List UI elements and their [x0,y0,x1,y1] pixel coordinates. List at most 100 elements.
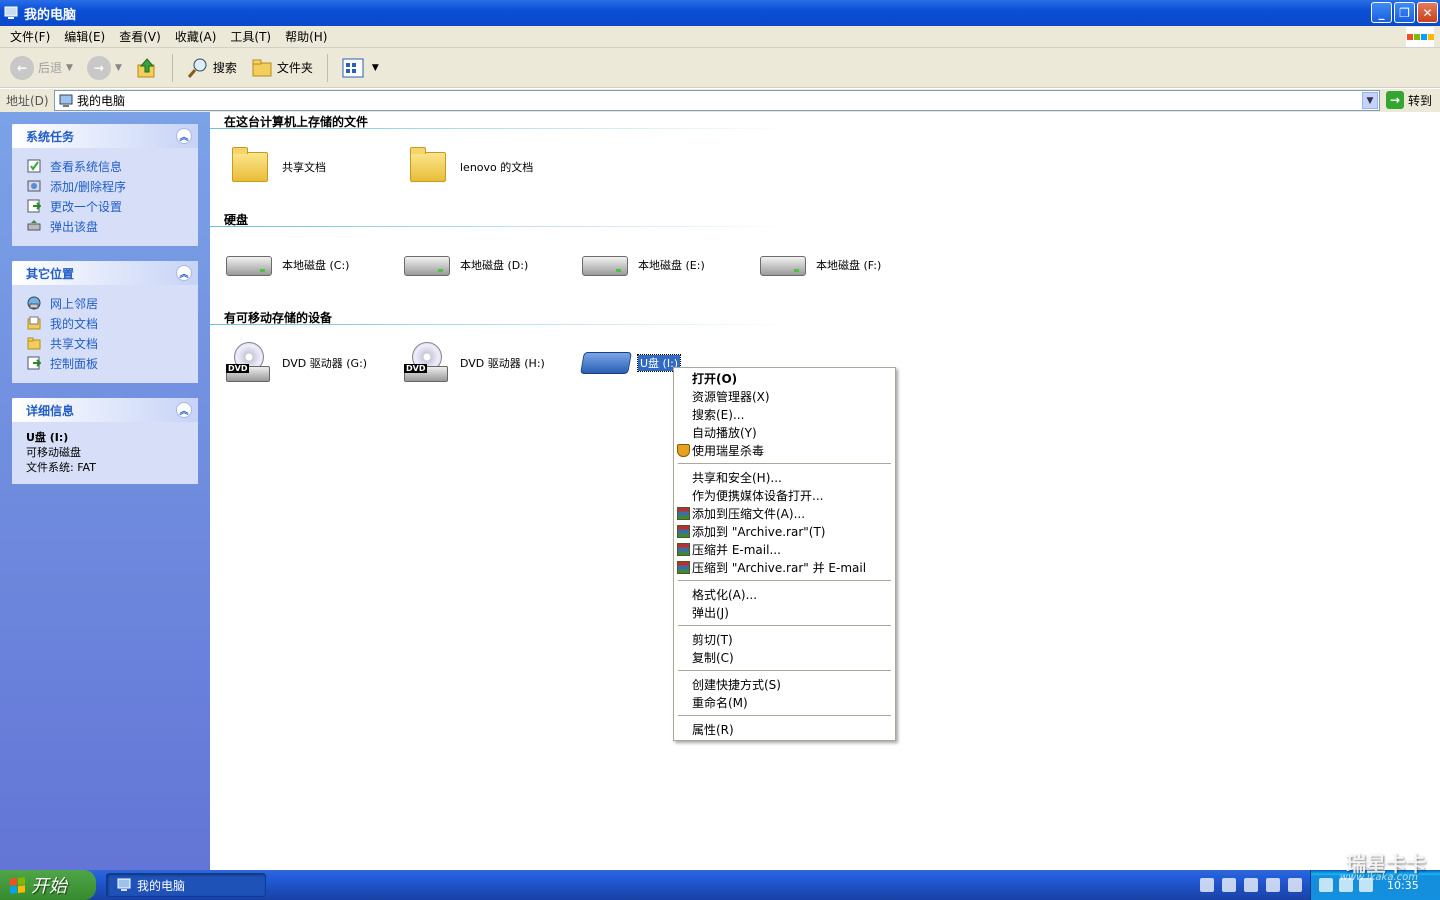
computer-icon [4,6,18,19]
search-icon [187,58,207,78]
start-button[interactable]: 开始 [0,870,96,900]
disk-d-item[interactable]: 本地磁盘 (D:) [404,244,528,286]
menu-create-shortcut[interactable]: 创建快捷方式(S) [674,675,895,693]
my-documents-link[interactable]: 我的文档 [26,313,188,333]
menu-cut[interactable]: 剪切(T) [674,630,895,648]
folders-button[interactable]: 文件夹 [247,52,317,84]
start-label: 开始 [31,876,67,897]
go-arrow-icon: → [1386,91,1404,109]
hard-disk-icon [404,256,450,276]
eject-icon [26,218,42,234]
add-remove-programs-label: 添加/删除程序 [50,179,127,194]
lenovo-documents-item[interactable]: lenovo 的文档 [404,146,533,188]
help-icon[interactable] [1266,878,1280,892]
details-header[interactable]: 详细信息 ︽ [12,398,198,422]
menu-separator [678,715,891,716]
shared-documents-link[interactable]: 共享文档 [26,333,188,353]
other-places-header[interactable]: 其它位置 ︽ [12,261,198,285]
toolbar-separator [326,53,328,82]
menu-compress-rar-email-label: 压缩到 "Archive.rar" 并 E-mail [692,560,867,575]
network-icon [26,295,42,311]
watermark-url: www.ikaka.com [1339,872,1418,883]
menu-copy[interactable]: 复制(C) [674,648,895,666]
menu-compress-rar-email[interactable]: 压缩到 "Archive.rar" 并 E-mail [674,558,895,576]
dvd-h-item[interactable]: DVD DVD 驱动器 (H:) [404,342,545,384]
rising-antivirus-icon [677,444,690,457]
windows-flag-icon [10,876,25,894]
collapse-icon[interactable]: ︽ [176,128,192,144]
forward-button[interactable]: → ▼ [83,52,126,84]
menu-edit[interactable]: 编辑(E) [58,28,111,45]
minimize-button[interactable]: _ [1371,2,1392,23]
shared-documents-item[interactable]: 共享文档 [226,146,326,188]
language-icon[interactable] [1244,878,1258,892]
menu-favorites[interactable]: 收藏(A) [169,28,223,45]
go-button[interactable]: → 转到 [1386,91,1432,109]
search-button[interactable]: 搜索 [183,52,241,84]
menu-sharing[interactable]: 共享和安全(H)... [674,468,895,486]
views-button[interactable]: ▼ [338,52,383,84]
back-button[interactable]: ← 后退 ▼ [6,52,77,84]
address-value: 我的电脑 [77,94,126,108]
disk-c-item[interactable]: 本地磁盘 (C:) [226,244,349,286]
usb-i-item[interactable]: U盘 (I:) [580,342,682,384]
dvd-g-item[interactable]: DVD DVD 驱动器 (G:) [226,342,367,384]
maximize-button[interactable]: ❐ [1394,2,1415,23]
details-title: 详细信息 [26,403,75,418]
menu-properties[interactable]: 属性(R) [674,720,895,738]
address-dropdown-button[interactable]: ▼ [1362,92,1378,109]
taskbar-item-my-computer[interactable]: 我的电脑 [106,873,266,897]
window-title: 我的电脑 [24,7,77,23]
search-label: 搜索 [212,61,237,75]
pen-icon[interactable] [1222,878,1236,892]
network-places-link[interactable]: 网上邻居 [26,293,188,313]
details-type: 可移动磁盘 [26,446,81,459]
menu-file[interactable]: 文件(F) [4,28,56,45]
menu-help[interactable]: 帮助(H) [279,28,333,45]
disk-f-item[interactable]: 本地磁盘 (F:) [760,244,881,286]
my-documents-label: 我的文档 [50,316,99,331]
winrar-icon [677,561,690,574]
hard-disk-icon [226,256,272,276]
disk-e-item[interactable]: 本地磁盘 (E:) [582,244,705,286]
menu-format[interactable]: 格式化(A)... [674,585,895,603]
system-tasks-header[interactable]: 系统任务 ︽ [12,124,198,148]
menu-tools[interactable]: 工具(T) [224,28,277,45]
menu-separator [678,580,891,581]
collapse-icon[interactable]: ︽ [176,265,192,281]
menu-search[interactable]: 搜索(E)... [674,405,895,423]
hard-disk-icon [582,256,628,276]
collapse-icon[interactable]: ︽ [176,402,192,418]
close-button[interactable]: ✕ [1417,2,1438,23]
expand-tray-icon[interactable] [1319,878,1333,892]
menu-rising-scan[interactable]: 使用瑞星杀毒 [674,441,895,459]
keyboard-icon[interactable] [1200,878,1214,892]
computer-icon [117,878,131,891]
context-menu: 打开(O) 资源管理器(X) 搜索(E)... 自动播放(Y) 使用瑞星杀毒 共… [673,367,896,741]
item-label: lenovo 的文档 [460,161,534,174]
documents-folder-icon [26,315,42,331]
network-icon[interactable] [1288,878,1302,892]
menu-separator [678,625,891,626]
menu-open-portable[interactable]: 作为便携媒体设备打开... [674,486,895,504]
control-panel-link[interactable]: 控制面板 [26,353,188,373]
menu-add-rar[interactable]: 添加到 "Archive.rar"(T) [674,522,895,540]
address-input[interactable]: 我的电脑 ▼ [54,90,1380,111]
view-system-info-link[interactable]: 查看系统信息 [26,156,188,176]
group-divider [210,128,790,129]
menu-explorer[interactable]: 资源管理器(X) [674,387,895,405]
menu-autoplay[interactable]: 自动播放(Y) [674,423,895,441]
title-bar: 我的电脑 _ ❐ ✕ [0,0,1440,26]
menu-open[interactable]: 打开(O) [674,369,895,387]
folder-icon [232,147,268,182]
menu-eject[interactable]: 弹出(J) [674,603,895,621]
menu-rename[interactable]: 重命名(M) [674,693,895,711]
eject-disk-link[interactable]: 弹出该盘 [26,216,188,236]
change-setting-link[interactable]: 更改一个设置 [26,196,188,216]
add-remove-programs-link[interactable]: 添加/删除程序 [26,176,188,196]
menu-compress-email[interactable]: 压缩并 E-mail... [674,540,895,558]
menu-view[interactable]: 查看(V) [113,28,167,45]
up-button[interactable] [132,52,162,84]
menu-add-archive[interactable]: 添加到压缩文件(A)... [674,504,895,522]
details-name: U盘 (I:) [26,431,69,444]
